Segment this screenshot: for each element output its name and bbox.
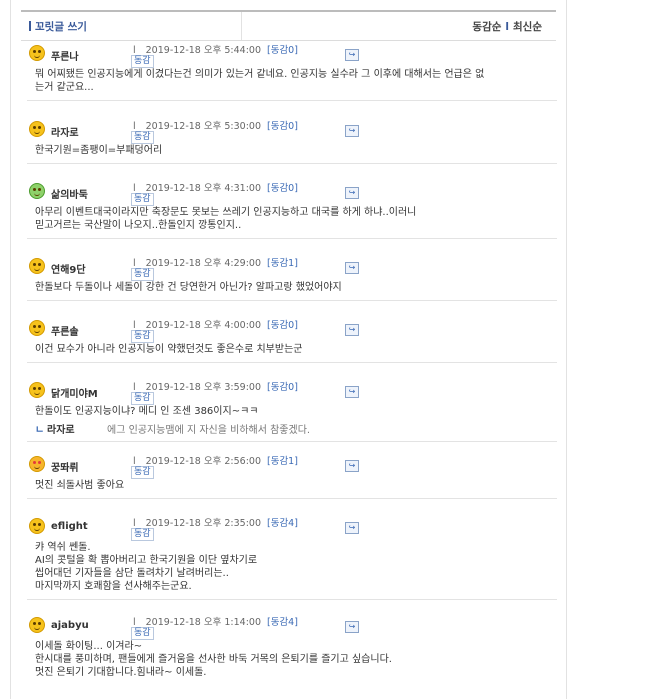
comment-item: ajabyu l 2019-12-18 오후 1:14:00 [동감4] 동감 ↪ … bbox=[27, 611, 557, 685]
comment-nick[interactable]: eflight bbox=[51, 521, 88, 532]
agree-button[interactable]: 동감 bbox=[131, 131, 154, 144]
comment-meta: l 2019-12-18 오후 5:44:00 [동감0] bbox=[133, 45, 298, 56]
smiley-icon bbox=[29, 183, 45, 199]
comment-header: 꼬릿글 쓰기 동감순 l 최신순 bbox=[21, 10, 556, 41]
comment-date: 2019-12-18 오후 4:00:00 bbox=[145, 320, 261, 331]
agree-count: [동감1] bbox=[267, 258, 298, 269]
sort-by-agree-button[interactable]: 동감순 bbox=[472, 21, 501, 33]
comment-text: 한돌이도 인공지능이냐? 메디 인 조센 386이지~ㅋㅋ bbox=[35, 406, 259, 417]
sub-reply-nick[interactable]: 라자로 bbox=[47, 421, 75, 436]
comment-item: 푸른솔 l 2019-12-18 오후 4:00:00 [동감0] 동감 ↪ 이건 … bbox=[27, 314, 557, 363]
reply-arrow-icon[interactable]: ↪ bbox=[345, 324, 359, 336]
comment-date: 2019-12-18 오후 5:44:00 bbox=[145, 45, 261, 56]
agree-button[interactable]: 동감 bbox=[131, 627, 154, 640]
comment-date: 2019-12-18 오후 4:31:00 bbox=[145, 183, 261, 194]
comment-text: 멋진 쇠돌사범 좋아요 bbox=[35, 480, 125, 491]
header-divider bbox=[241, 12, 242, 40]
reply-arrow-icon[interactable]: ↪ bbox=[345, 49, 359, 61]
reply-arrow-icon[interactable]: ↪ bbox=[345, 187, 359, 199]
comment-date: 2019-12-18 오후 4:29:00 bbox=[145, 258, 261, 269]
smiley-icon bbox=[29, 320, 45, 336]
sort-options: 동감순 l 최신순 bbox=[472, 19, 542, 34]
sort-by-latest-button[interactable]: 최신순 bbox=[513, 21, 542, 33]
comment-nick[interactable]: ajabyu bbox=[51, 620, 89, 631]
agree-count: [동감0] bbox=[267, 121, 298, 132]
agree-count: [동감0] bbox=[267, 320, 298, 331]
smiley-icon bbox=[29, 617, 45, 633]
write-comment-link[interactable]: 꼬릿글 쓰기 bbox=[29, 19, 87, 34]
comment-meta: l 2019-12-18 오후 3:59:00 [동감0] bbox=[133, 382, 298, 393]
agree-button[interactable]: 동감 bbox=[131, 55, 154, 68]
comment-nick[interactable]: 삶의바둑 bbox=[51, 186, 88, 201]
comment-meta: l 2019-12-18 오후 4:29:00 [동감1] bbox=[133, 258, 298, 269]
comment-item: 꿍똬뤼 l 2019-12-18 오후 2:56:00 [동감1] 동감 ↪ 멋진 … bbox=[27, 450, 557, 499]
agree-count: [동감4] bbox=[267, 518, 298, 529]
smiley-icon bbox=[29, 121, 45, 137]
comment-meta: l 2019-12-18 오후 4:00:00 [동감0] bbox=[133, 320, 298, 331]
sub-reply-arrow-icon: ㄴ bbox=[35, 425, 45, 436]
agree-button[interactable]: 동감 bbox=[131, 392, 154, 405]
write-comment-label: 꼬릿글 쓰기 bbox=[35, 21, 87, 33]
sort-divider: l bbox=[505, 21, 510, 33]
agree-count: [동감4] bbox=[267, 617, 298, 628]
smiley-icon bbox=[29, 45, 45, 61]
smiley-icon bbox=[29, 382, 45, 398]
comment-meta: l 2019-12-18 오후 4:31:00 [동감0] bbox=[133, 183, 298, 194]
comment-meta: l 2019-12-18 오후 2:56:00 [동감1] bbox=[133, 456, 298, 467]
reply-arrow-icon[interactable]: ↪ bbox=[345, 262, 359, 274]
agree-count: [동감0] bbox=[267, 45, 298, 56]
reply-arrow-icon[interactable]: ↪ bbox=[345, 621, 359, 633]
reply-arrow-icon[interactable]: ↪ bbox=[345, 522, 359, 534]
agree-button[interactable]: 동감 bbox=[131, 330, 154, 343]
comment-text: 이세돌 화이팅... 이겨라~ 한시대를 풍미하며, 팬들에게 즐거움을 선사한… bbox=[35, 641, 392, 678]
sub-reply-text: 에그 인공지능맴에 지 자신을 비하해서 참좋겠다. bbox=[107, 425, 311, 436]
comment-text: 뭐 어찌됐든 인공지능에게 이겼다는건 의미가 있는거 같네요. 인공지능 실수… bbox=[35, 69, 485, 93]
comment-item: 푸른나 l 2019-12-18 오후 5:44:00 [동감0] 동감 ↪ 뭐 어… bbox=[27, 39, 557, 101]
comment-item: 라자로 l 2019-12-18 오후 5:30:00 [동감0] 동감 ↪ 한국기… bbox=[27, 115, 557, 164]
comment-date: 2019-12-18 오후 3:59:00 bbox=[145, 382, 261, 393]
comment-item: eflight l 2019-12-18 오후 2:35:00 [동감4] 동감 ↪… bbox=[27, 512, 557, 600]
smiley-icon bbox=[29, 518, 45, 534]
comment-nick[interactable]: 푸른솔 bbox=[51, 323, 79, 338]
comment-item: 삶의바둑 l 2019-12-18 오후 4:31:00 [동감0] 동감 ↪ 아무… bbox=[27, 177, 557, 239]
reply-arrow-icon[interactable]: ↪ bbox=[345, 125, 359, 137]
comment-text: 한돌보다 두돌이나 세돌이 강한 건 당연한거 아닌가? 알파고랑 했었어야지 bbox=[35, 282, 342, 293]
comment-date: 2019-12-18 오후 5:30:00 bbox=[145, 121, 261, 132]
comment-panel: 꼬릿글 쓰기 동감순 l 최신순 푸른나 l 2019-12-18 오후 5:44:0… bbox=[10, 0, 567, 699]
reply-arrow-icon[interactable]: ↪ bbox=[345, 386, 359, 398]
sub-reply: ㄴ 라자로 에그 인공지능맴에 지 자신을 비하해서 참좋겠다. bbox=[27, 421, 557, 441]
comment-date: 2019-12-18 오후 1:14:00 bbox=[145, 617, 261, 628]
comment-text: 한국기원=좀팽이=부패덩어리 bbox=[35, 145, 163, 156]
comment-meta: l 2019-12-18 오후 1:14:00 [동감4] bbox=[133, 617, 298, 628]
agree-button[interactable]: 동감 bbox=[131, 193, 154, 206]
comment-text: 이건 묘수가 아니라 인공지능이 약했던것도 좋은수로 치부받는군 bbox=[35, 344, 303, 355]
comment-nick[interactable]: 연해9단 bbox=[51, 261, 86, 276]
comment-date: 2019-12-18 오후 2:56:00 bbox=[145, 456, 261, 467]
agree-button[interactable]: 동감 bbox=[131, 528, 154, 541]
comment-date: 2019-12-18 오후 2:35:00 bbox=[145, 518, 261, 529]
comment-nick[interactable]: 푸른나 bbox=[51, 48, 79, 63]
comment-nick[interactable]: 꿍똬뤼 bbox=[51, 459, 79, 474]
comment-nick[interactable]: 라자로 bbox=[51, 124, 79, 139]
comment-meta: l 2019-12-18 오후 2:35:00 [동감4] bbox=[133, 518, 298, 529]
heart-eyes-icon bbox=[29, 456, 45, 472]
comment-text: 아무리 이벤트대국이라지만 축장문도 못보는 쓰레기 인공지능하고 대국를 하게… bbox=[35, 207, 417, 231]
comment-text: 캬 역쉬 쎈돌. AI의 콧털을 확 뽑아버리고 한국기원을 이단 옆차기로 씹… bbox=[35, 542, 258, 592]
agree-count: [동감0] bbox=[267, 382, 298, 393]
comment-item: 닭개미야M l 2019-12-18 오후 3:59:00 [동감0] 동감 ↪ 한… bbox=[27, 376, 557, 442]
reply-arrow-icon[interactable]: ↪ bbox=[345, 460, 359, 472]
agree-button[interactable]: 동감 bbox=[131, 466, 154, 479]
agree-count: [동감0] bbox=[267, 183, 298, 194]
comment-meta: l 2019-12-18 오후 5:30:00 [동감0] bbox=[133, 121, 298, 132]
smiley-icon bbox=[29, 258, 45, 274]
agree-button[interactable]: 동감 bbox=[131, 268, 154, 281]
agree-count: [동감1] bbox=[267, 456, 298, 467]
comment-item: 연해9단 l 2019-12-18 오후 4:29:00 [동감1] 동감 ↪ 한돌… bbox=[27, 252, 557, 301]
comment-nick[interactable]: 닭개미야M bbox=[51, 385, 98, 400]
